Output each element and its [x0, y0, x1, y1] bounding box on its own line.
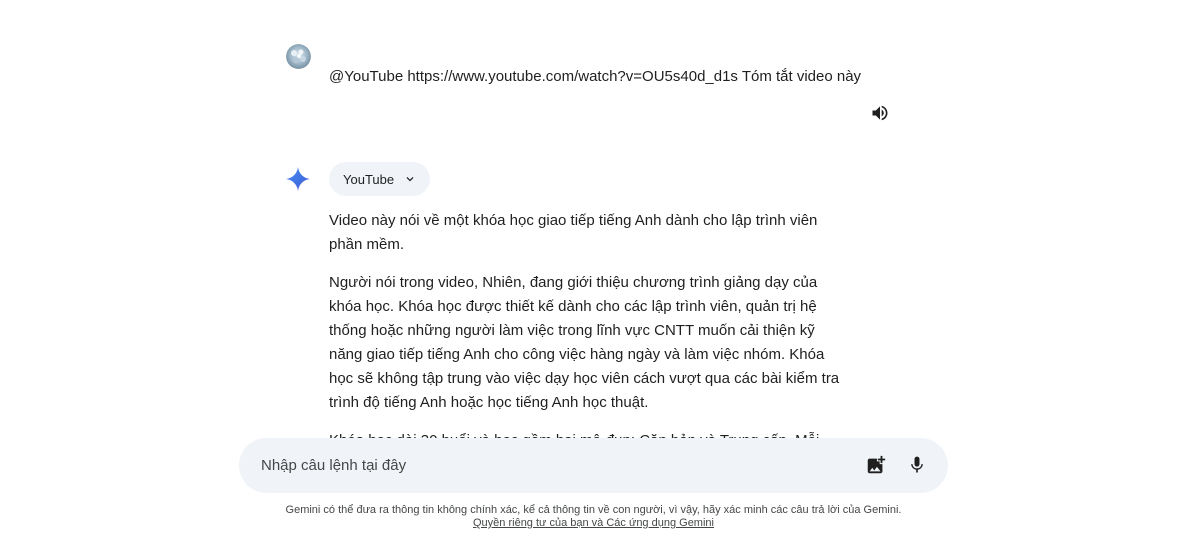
- disclaimer-text: Gemini có thể đưa ra thông tin không chí…: [285, 504, 902, 516]
- youtube-extension-chip[interactable]: YouTube: [329, 162, 431, 196]
- prompt-input-bar: [239, 438, 948, 493]
- prompt-input[interactable]: [261, 438, 841, 493]
- add-image-icon: [867, 455, 886, 474]
- user-avatar[interactable]: [286, 44, 311, 69]
- volume-icon: [872, 105, 888, 121]
- extension-chip-label: YouTube: [343, 171, 395, 187]
- gemini-logo: [285, 166, 311, 192]
- chevron-down-icon: [402, 171, 418, 187]
- response-paragraph: Người nói trong video, Nhiên, đang giới …: [329, 274, 840, 411]
- gemini-chat-page: @YouTube https://www.youtube.com/watch?v…: [0, 0, 1200, 539]
- privacy-link[interactable]: Quyền riêng tư của bạn và Các ứng dụng G…: [473, 517, 714, 529]
- user-query-text: @YouTube https://www.youtube.com/watch?v…: [329, 68, 862, 85]
- microphone-icon: [911, 456, 923, 473]
- user-avatar-icon: [286, 44, 311, 69]
- read-aloud-button[interactable]: [868, 101, 892, 125]
- microphone-button[interactable]: [899, 447, 935, 483]
- gemini-sparkle-icon: [286, 167, 310, 191]
- privacy-link-container: Quyền riêng tư của bạn và Các ứng dụng G…: [0, 516, 1187, 530]
- response-paragraph: Video này nói về một khóa học giao tiếp …: [329, 212, 818, 253]
- upload-image-button[interactable]: [858, 447, 894, 483]
